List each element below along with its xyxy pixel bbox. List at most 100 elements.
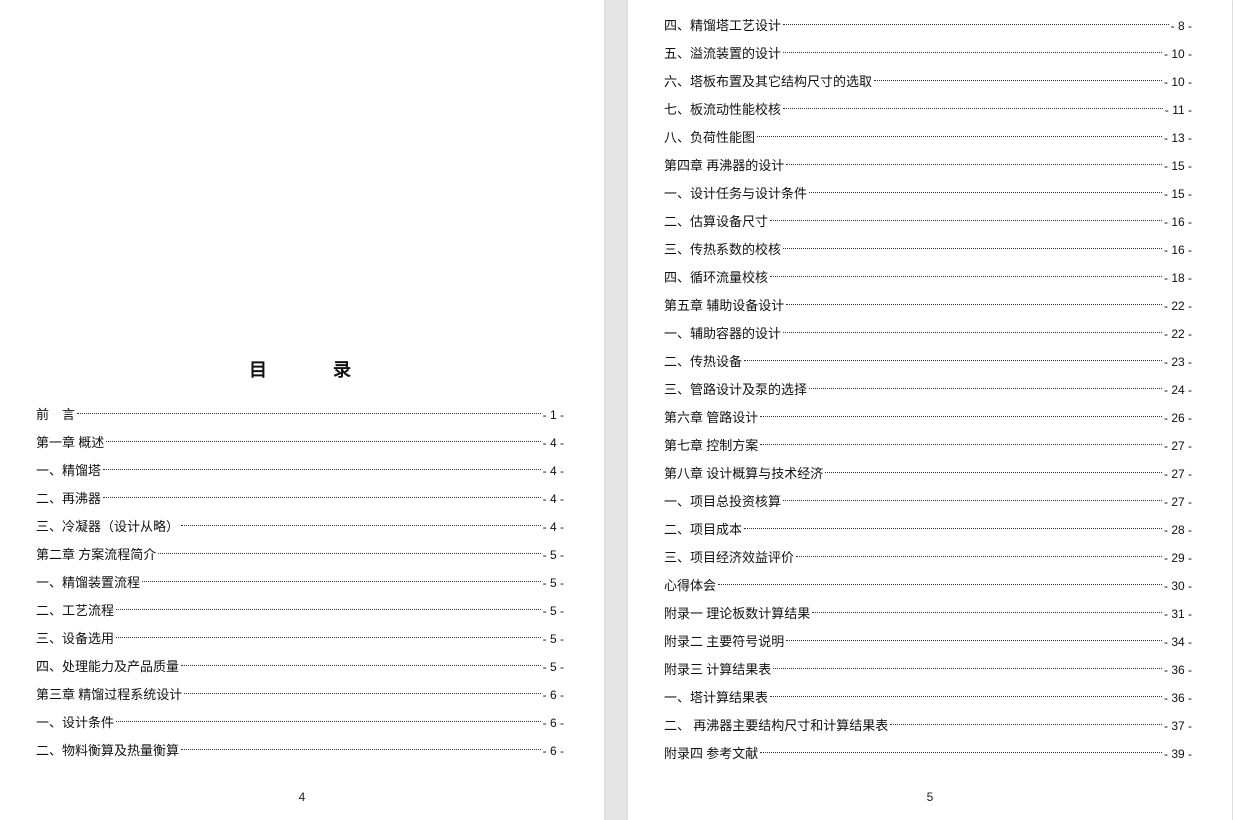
toc-entry: 三、传热系数的校核 - 16 - [664, 241, 1192, 256]
toc-entry: 附录四 参考文献 - 39 - [664, 745, 1192, 760]
toc-dots [786, 157, 1162, 170]
toc-entry-label: 第六章 管路设计 [664, 411, 758, 424]
toc-entry: 一、设计条件 - 6 - [36, 714, 564, 729]
toc-entry-label: 一、塔计算结果表 [664, 691, 768, 704]
toc-entry: 五、溢流装置的设计- 10 - [664, 45, 1192, 60]
toc-list-right: 四、精馏塔工艺设计- 8 -五、溢流装置的设计- 10 -六、塔板布置及其它结构… [664, 17, 1192, 760]
toc-dots [181, 742, 541, 755]
toc-entry: 三、冷凝器（设计从略）- 4 - [36, 518, 564, 533]
toc-dots [718, 577, 1162, 590]
toc-entry-page: - 16 - [1164, 216, 1192, 228]
toc-entry-label: 八、负荷性能图 [664, 131, 755, 144]
toc-entry: 一、辅助容器的设计- 22 - [664, 325, 1192, 340]
toc-entry-page: - 10 - [1164, 76, 1192, 88]
toc-entry-page: - 1 - [543, 409, 564, 421]
toc-dots [181, 518, 541, 531]
toc-entry: 二、 再沸器主要结构尺寸和计算结果表- 37 - [664, 717, 1192, 732]
toc-entry-label: 第三章 精馏过程系统设计 [36, 688, 182, 701]
toc-entry-page: - 39 - [1164, 748, 1192, 760]
toc-dots [770, 269, 1162, 282]
toc-entry: 第七章 控制方案- 27 - [664, 437, 1192, 452]
toc-entry: 一、塔计算结果表 - 36 - [664, 689, 1192, 704]
toc-dots [103, 490, 541, 503]
toc-dots [760, 437, 1162, 450]
toc-dots [744, 521, 1162, 534]
toc-entry-label: 一、项目总投资核算 [664, 495, 781, 508]
toc-entry-label: 二、再沸器 [36, 492, 101, 505]
toc-entry-label: 六、塔板布置及其它结构尺寸的选取 [664, 75, 872, 88]
toc-entry-page: - 31 - [1164, 608, 1192, 620]
toc-entry-page: - 5 - [543, 633, 564, 645]
toc-dots [783, 101, 1163, 114]
toc-dots [757, 129, 1162, 142]
toc-entry-label: 附录二 主要符号说明 [664, 635, 784, 648]
toc-entry-page: - 6 - [543, 717, 564, 729]
toc-dots [809, 185, 1162, 198]
toc-dots [773, 661, 1162, 674]
toc-entry-page: - 6 - [543, 745, 564, 757]
toc-entry: 第六章 管路设计- 26 - [664, 409, 1192, 424]
toc-entry-page: - 16 - [1164, 244, 1192, 256]
toc-entry-label: 附录三 计算结果表 [664, 663, 771, 676]
toc-dots [783, 325, 1162, 338]
toc-entry-label: 五、溢流装置的设计 [664, 47, 781, 60]
toc-entry-page: - 5 - [543, 577, 564, 589]
toc-entry-label: 二、项目成本 [664, 523, 742, 536]
toc-entry-page: - 4 - [543, 437, 564, 449]
toc-title: 目 录 [36, 356, 564, 382]
toc-dots [116, 602, 541, 615]
toc-entry: 前 言 - 1 - [36, 406, 564, 421]
toc-entry-label: 第二章 方案流程简介 [36, 548, 156, 561]
toc-entry: 三、设备选用- 5 - [36, 630, 564, 645]
toc-dots [142, 574, 541, 587]
toc-entry-page: - 36 - [1164, 692, 1192, 704]
toc-entry-label: 四、循环流量校核 [664, 271, 768, 284]
toc-entry-label: 第五章 辅助设备设计 [664, 299, 784, 312]
toc-entry: 第五章 辅助设备设计- 22 - [664, 297, 1192, 312]
toc-entry-page: - 23 - [1164, 356, 1192, 368]
toc-entry-page: - 24 - [1164, 384, 1192, 396]
toc-entry: 附录一 理论板数计算结果- 31 - [664, 605, 1192, 620]
toc-entry: 三、项目经济效益评价- 29 - [664, 549, 1192, 564]
toc-entry-page: - 30 - [1164, 580, 1192, 592]
toc-entry-label: 一、精馏装置流程 [36, 576, 140, 589]
toc-dots [786, 633, 1162, 646]
toc-entry-label: 心得体会 [664, 579, 716, 592]
toc-dots [825, 465, 1162, 478]
toc-entry-page: - 13 - [1164, 132, 1192, 144]
toc-entry-label: 二、物料衡算及热量衡算 [36, 744, 179, 757]
toc-dots [760, 745, 1162, 758]
toc-entry-label: 一、设计任务与设计条件 [664, 187, 807, 200]
toc-dots [783, 45, 1162, 58]
toc-entry-label: 二、工艺流程 [36, 604, 114, 617]
toc-entry-label: 第一章 概述 [36, 436, 104, 449]
page-left: 目 录 前 言- 1 -第一章 概述- 4 -一、精馏塔- 4 -二、再沸器- … [0, 0, 604, 820]
toc-entry: 三、管路设计及泵的选择- 24 - [664, 381, 1192, 396]
toc-dots [184, 686, 540, 699]
toc-dots [770, 213, 1162, 226]
toc-entry: 一、设计任务与设计条件- 15 - [664, 185, 1192, 200]
toc-dots [786, 297, 1162, 310]
toc-dots [890, 717, 1162, 730]
toc-entry-page: - 29 - [1164, 552, 1192, 564]
toc-entry: 第三章 精馏过程系统设计- 6 - [36, 686, 564, 701]
toc-entry: 四、处理能力及产品质量- 5 - [36, 658, 564, 673]
toc-entry-label: 附录四 参考文献 [664, 747, 758, 760]
toc-entry-page: - 8 - [1171, 20, 1192, 32]
toc-entry-page: - 28 - [1164, 524, 1192, 536]
toc-entry-label: 前 言 [36, 408, 75, 421]
toc-dots [809, 381, 1162, 394]
toc-dots [760, 409, 1162, 422]
toc-entry-page: - 11 - [1165, 104, 1192, 116]
toc-entry-label: 三、传热系数的校核 [664, 243, 781, 256]
toc-entry-label: 七、板流动性能校核 [664, 103, 781, 116]
toc-entry-label: 一、设计条件 [36, 716, 114, 729]
toc-entry-page: - 15 - [1164, 160, 1192, 172]
toc-entry-page: - 36 - [1164, 664, 1192, 676]
toc-entry: 二、物料衡算及热量衡算 - 6 - [36, 742, 564, 757]
toc-entry-page: - 5 - [543, 549, 564, 561]
toc-entry-page: - 22 - [1164, 328, 1192, 340]
toc-entry: 二、估算设备尺寸- 16 - [664, 213, 1192, 228]
toc-dots [783, 17, 1169, 30]
toc-entry-page: - 5 - [543, 605, 564, 617]
